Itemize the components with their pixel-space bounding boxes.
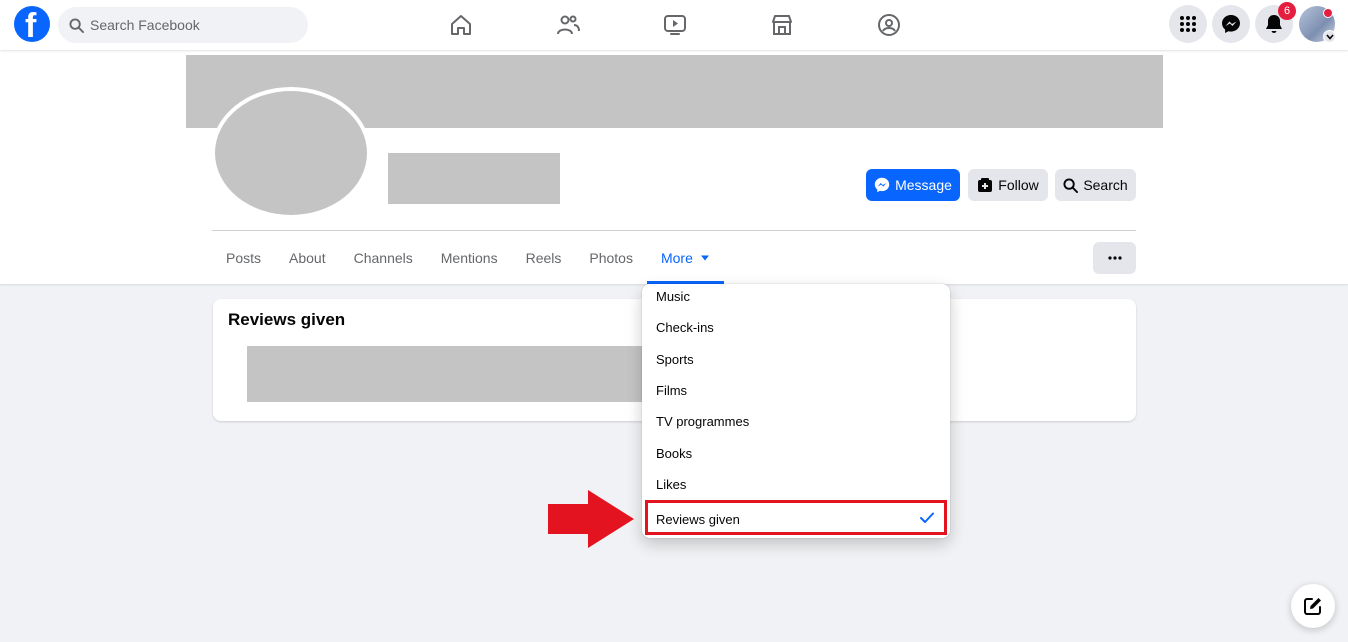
friends-nav-icon[interactable] <box>548 8 588 42</box>
message-button-label: Message <box>895 177 952 193</box>
tab-more[interactable]: More <box>646 231 724 284</box>
facebook-logo-icon[interactable]: f <box>14 6 50 45</box>
tab-posts[interactable]: Posts <box>212 231 275 284</box>
add-follow-icon <box>978 178 993 192</box>
ellipsis-icon <box>1107 256 1122 260</box>
compose-icon <box>1304 598 1321 615</box>
follow-button-label: Follow <box>998 177 1039 193</box>
profile-search-button-label: Search <box>1083 177 1128 193</box>
profile-search-button[interactable]: Search <box>1055 169 1136 201</box>
search-input[interactable] <box>90 7 300 43</box>
groups-nav-icon[interactable] <box>869 8 909 42</box>
menu-item-reviews-given-label: Reviews given <box>656 512 740 527</box>
more-options-button[interactable] <box>1093 242 1136 274</box>
avatar-status-dot <box>1323 8 1333 18</box>
message-button[interactable]: Message <box>866 169 960 201</box>
tab-channels[interactable]: Channels <box>340 231 427 284</box>
menu-item-tv-programmes[interactable]: TV programmes <box>656 414 749 429</box>
search-icon <box>69 18 84 33</box>
menu-item-films[interactable]: Films <box>656 383 687 398</box>
top-navigation-bar: f 6 <box>0 0 1348 50</box>
menu-item-sports[interactable]: Sports <box>656 352 694 367</box>
red-arrow-annotation <box>548 490 634 548</box>
search-icon <box>1063 177 1079 193</box>
tab-reels[interactable]: Reels <box>512 231 576 284</box>
menu-grid-button[interactable] <box>1169 5 1207 43</box>
menu-item-reviews-given[interactable]: Reviews given <box>645 500 947 535</box>
menu-item-books[interactable]: Books <box>656 446 692 461</box>
video-nav-icon[interactable] <box>655 8 695 42</box>
profile-tabs: Posts About Channels Mentions Reels Phot… <box>212 231 724 284</box>
review-content-redacted <box>247 346 647 402</box>
notification-badge: 6 <box>1278 2 1296 20</box>
profile-picture[interactable] <box>211 87 371 219</box>
tab-photos[interactable]: Photos <box>575 231 647 284</box>
profile-name-redacted <box>388 153 560 204</box>
search-box[interactable] <box>58 7 308 43</box>
home-nav-icon[interactable] <box>441 8 481 42</box>
profile-header: Message Follow Search Posts About Channe… <box>0 50 1348 284</box>
caret-down-icon <box>700 255 709 260</box>
menu-item-likes[interactable]: Likes <box>656 477 686 492</box>
messenger-icon <box>874 177 890 193</box>
tab-more-label: More <box>660 249 693 266</box>
messenger-button[interactable] <box>1212 5 1250 43</box>
tab-mentions[interactable]: Mentions <box>427 231 512 284</box>
checkmark-icon <box>920 512 934 523</box>
marketplace-nav-icon[interactable] <box>762 8 802 42</box>
section-title: Reviews given <box>228 310 346 329</box>
menu-item-check-ins[interactable]: Check-ins <box>656 320 714 335</box>
messenger-icon <box>1222 15 1240 33</box>
grid-icon <box>1180 16 1196 32</box>
menu-item-music[interactable]: Music <box>656 289 690 304</box>
tab-about[interactable]: About <box>275 231 340 284</box>
follow-button[interactable]: Follow <box>968 169 1048 201</box>
chevron-down-icon[interactable] <box>1323 30 1336 43</box>
new-message-button[interactable] <box>1291 584 1335 628</box>
